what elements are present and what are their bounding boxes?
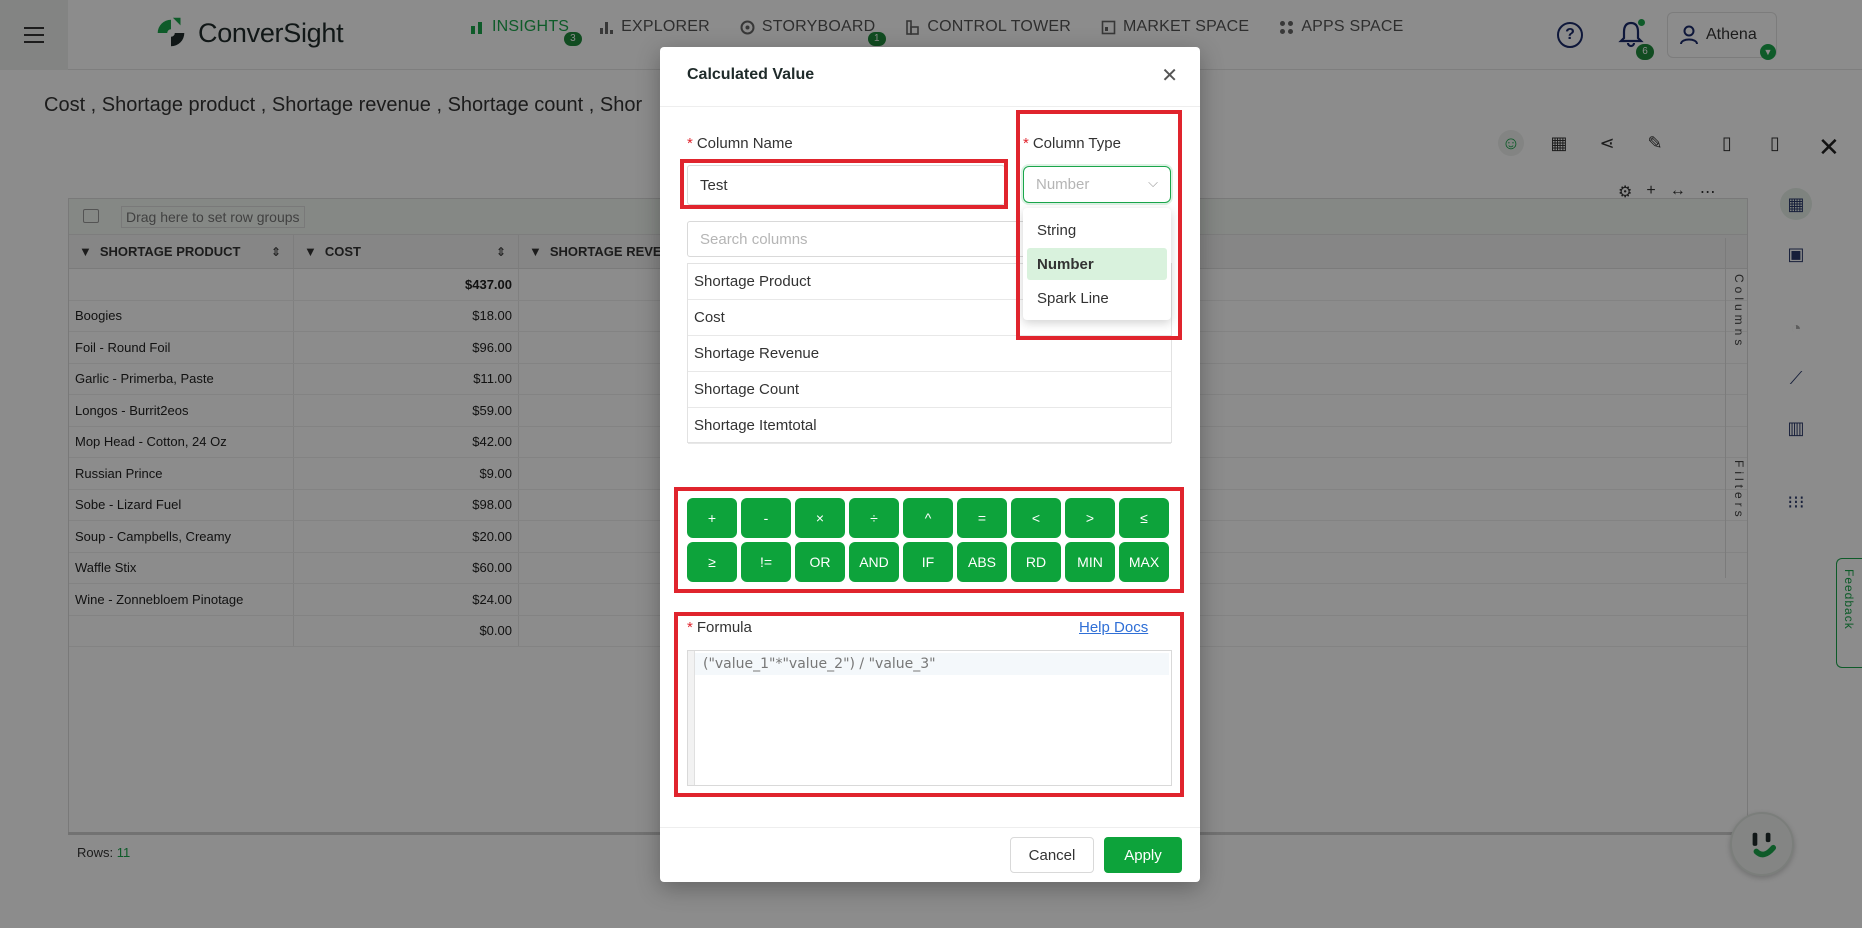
operator-button[interactable]: ^ bbox=[903, 498, 953, 538]
operator-button[interactable]: < bbox=[1011, 498, 1061, 538]
chevron-down-icon: ⌵ bbox=[1148, 175, 1158, 190]
operator-button[interactable]: AND bbox=[849, 542, 899, 582]
formula-label: * Formula bbox=[687, 619, 752, 636]
dialog-header: Calculated Value ✕ bbox=[660, 47, 1200, 107]
operator-button[interactable]: MIN bbox=[1065, 542, 1115, 582]
column-name-input[interactable]: Test bbox=[687, 165, 1005, 205]
operator-button[interactable]: > bbox=[1065, 498, 1115, 538]
calculated-value-dialog: Calculated Value ✕ * Column Name Test * Co… bbox=[660, 47, 1200, 882]
formula-text[interactable]: ("value_1"*"value_2") / "value_3" bbox=[695, 653, 1169, 675]
operator-button[interactable]: != bbox=[741, 542, 791, 582]
operator-button[interactable]: ABS bbox=[957, 542, 1007, 582]
column-option-shortage-revenue[interactable]: Shortage Revenue bbox=[688, 336, 1171, 372]
operator-button[interactable]: IF bbox=[903, 542, 953, 582]
column-type-dropdown: String Number Spark Line bbox=[1023, 208, 1171, 320]
operator-button[interactable]: + bbox=[687, 498, 737, 538]
column-type-option-number[interactable]: Number bbox=[1027, 248, 1167, 280]
operator-button[interactable]: RD bbox=[1011, 542, 1061, 582]
dialog-title: Calculated Value bbox=[687, 66, 815, 83]
column-type-option-spark-line[interactable]: Spark Line bbox=[1027, 282, 1167, 314]
operator-button[interactable]: = bbox=[957, 498, 1007, 538]
apply-button[interactable]: Apply bbox=[1104, 837, 1182, 873]
operator-button[interactable]: - bbox=[741, 498, 791, 538]
operator-button[interactable]: ÷ bbox=[849, 498, 899, 538]
column-type-label: * Column Type bbox=[1023, 135, 1121, 152]
formula-editor[interactable]: ("value_1"*"value_2") / "value_3" bbox=[687, 650, 1172, 786]
column-type-option-string[interactable]: String bbox=[1027, 214, 1167, 246]
formula-gutter bbox=[688, 651, 695, 785]
column-option-shortage-count[interactable]: Shortage Count bbox=[688, 372, 1171, 408]
dialog-close-icon[interactable]: ✕ bbox=[1161, 63, 1178, 88]
operator-button[interactable]: × bbox=[795, 498, 845, 538]
operator-button[interactable]: MAX bbox=[1119, 542, 1169, 582]
column-name-label: * Column Name bbox=[687, 135, 793, 152]
operator-buttons: + - × ÷ ^ = < > ≤ ≥ != OR AND IF ABS RD MIN MAX bbox=[687, 498, 1171, 582]
help-docs-link[interactable]: Help Docs bbox=[1079, 619, 1148, 636]
operator-button[interactable]: ≤ bbox=[1119, 498, 1169, 538]
operator-button[interactable]: OR bbox=[795, 542, 845, 582]
column-type-select[interactable]: Number ⌵ bbox=[1023, 166, 1171, 203]
search-columns-input[interactable]: Search columns bbox=[687, 221, 1031, 257]
cancel-button[interactable]: Cancel bbox=[1010, 837, 1094, 873]
operator-button[interactable]: ≥ bbox=[687, 542, 737, 582]
column-option-shortage-itemtotal[interactable]: Shortage Itemtotal bbox=[688, 408, 1171, 444]
column-type-placeholder: Number bbox=[1036, 176, 1090, 193]
